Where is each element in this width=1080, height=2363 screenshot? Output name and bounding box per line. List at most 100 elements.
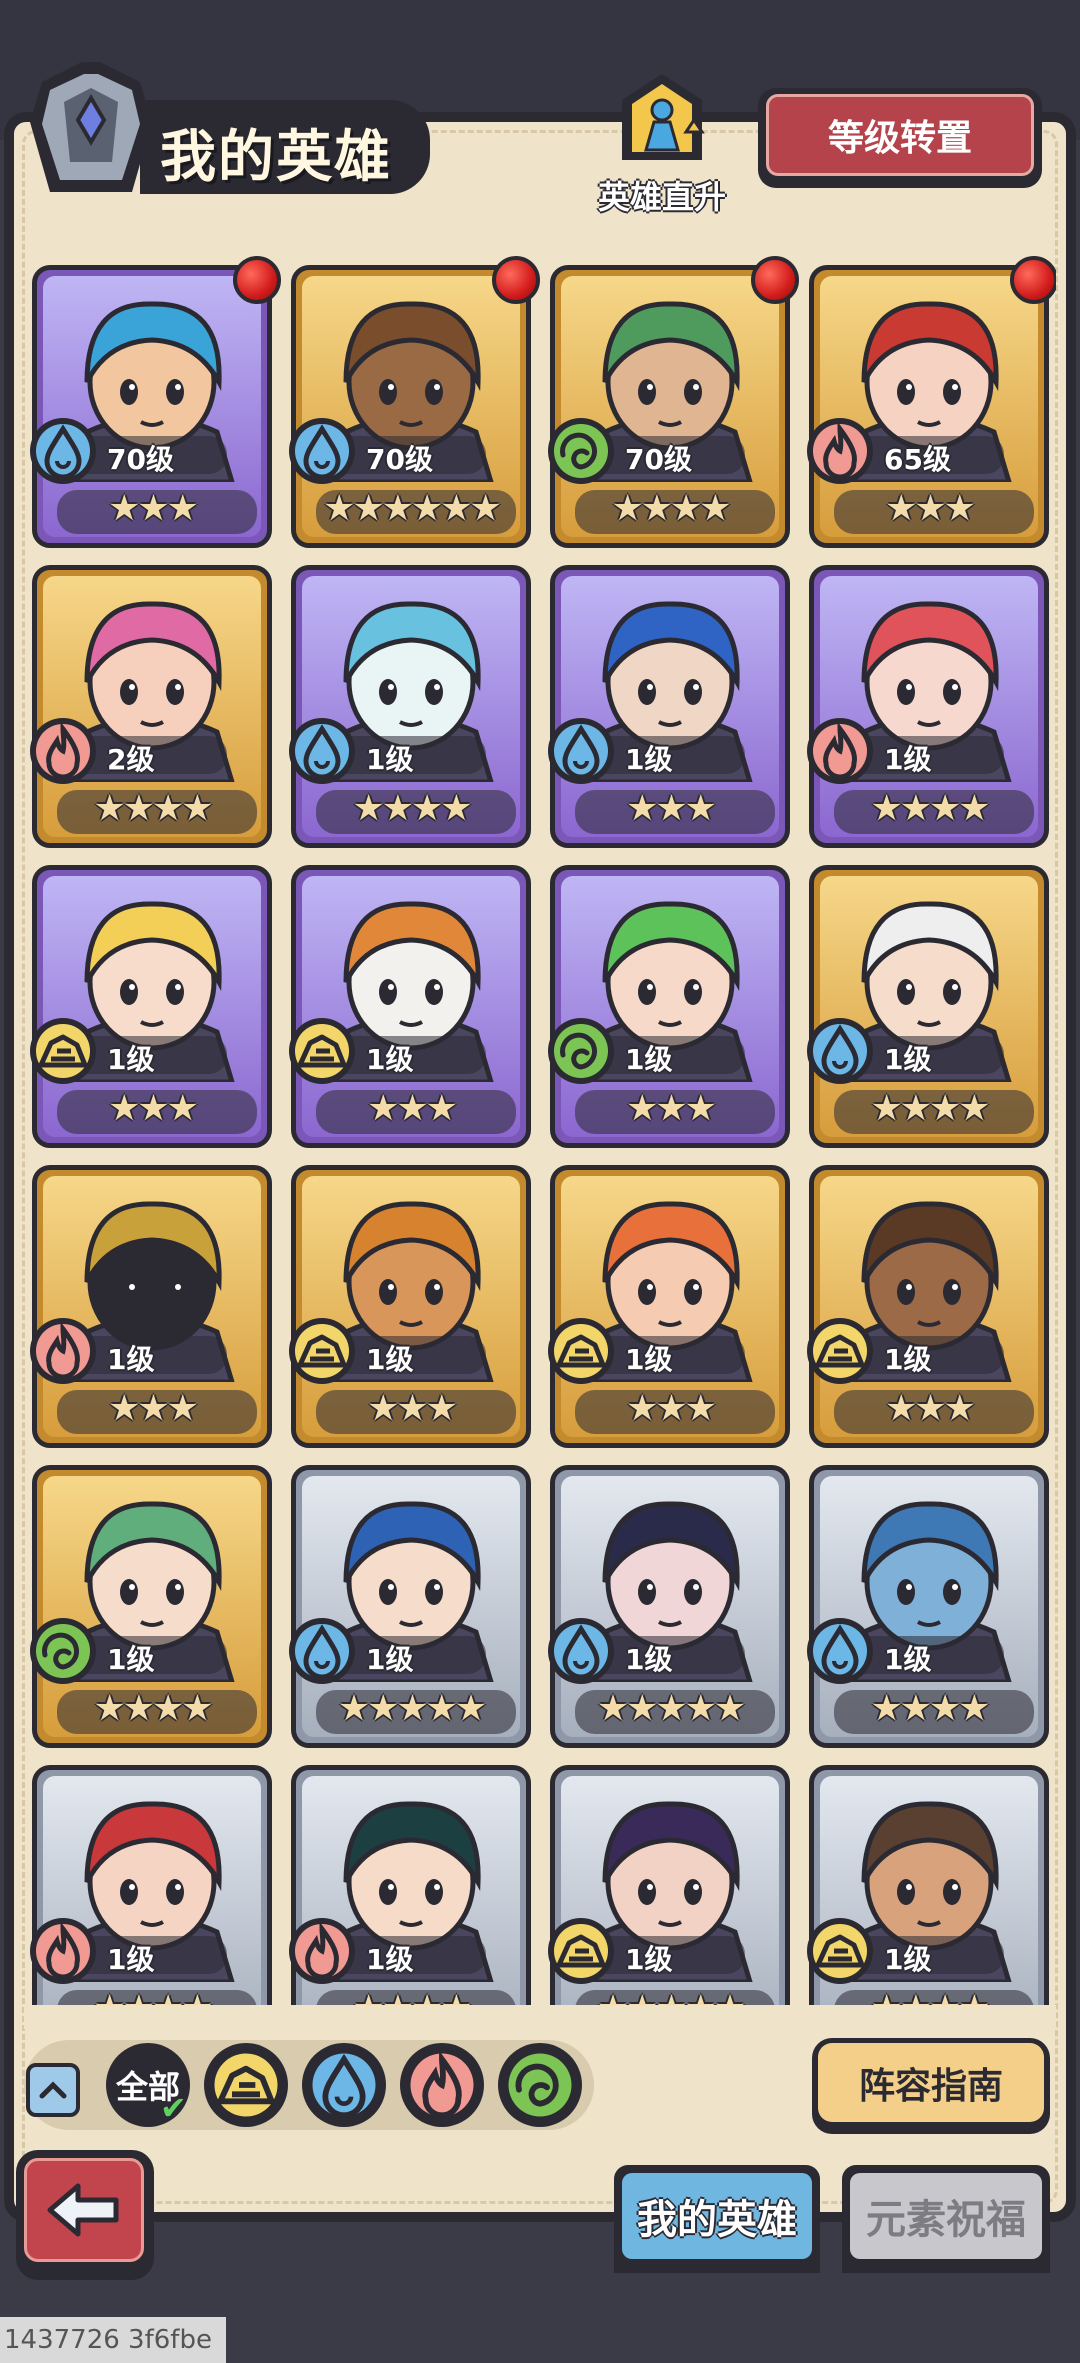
hero-card[interactable]: 2级 ★★★★ [30,565,272,848]
element-water-icon [545,715,617,787]
hero-card[interactable]: 1级 ★★★★ [807,865,1049,1148]
hero-card[interactable]: 1级 ★★★★★ [548,1465,790,1748]
hero-level: 1级 [884,1643,932,1676]
filter-water[interactable] [302,2043,386,2127]
hero-stars: ★★★★ [611,488,731,529]
element-fire-icon [286,1915,358,1987]
element-water-icon [545,1615,617,1687]
hero-card[interactable]: 1级 ★★★★ [30,1465,272,1748]
hero-stars: ★★★ [108,1388,199,1429]
hero-card[interactable]: 1级 ★★★ [289,865,531,1148]
element-wind-icon [545,415,617,487]
hero-level: 1级 [625,743,673,776]
element-earth-icon [804,1915,876,1987]
filter-fire[interactable] [400,2043,484,2127]
hero-card[interactable]: 1级 ★★★ [30,865,272,1148]
hero-level: 70级 [625,443,692,476]
hero-stars: ★★★ [108,1088,199,1129]
tab-my-heroes[interactable]: 我的英雄 [614,2165,820,2273]
hero-level: 2级 [107,743,155,776]
hero-card[interactable]: 1级 ★★★ [548,865,790,1148]
hero-stars: ★★★ [367,1088,458,1129]
hero-card[interactable]: 1级 ★★★ [548,1165,790,1448]
element-earth-icon [545,1915,617,1987]
hero-level: 1级 [366,1043,414,1076]
hero-level: 1级 [625,1643,673,1676]
hero-card[interactable]: 1级 ★★★★ [289,1765,531,2005]
element-wind-icon [498,2043,582,2131]
hero-card[interactable]: 1级 ★★★★ [807,1765,1049,2005]
lineup-guide-label: 阵容指南 [818,2043,1044,2122]
hero-level: 1级 [884,743,932,776]
lineup-guide-button[interactable]: 阵容指南 [812,2038,1050,2134]
hero-card[interactable]: 1级 ★★★★★ [548,1765,790,2005]
element-water-icon [804,1615,876,1687]
filter-earth[interactable] [204,2043,288,2127]
hero-level: 1级 [625,1343,673,1376]
tab-my-heroes-label: 我的英雄 [622,2173,812,2259]
element-wind-icon [545,1015,617,1087]
back-arrow-icon [47,2183,119,2237]
back-button[interactable] [16,2150,154,2280]
hero-stars: ★★★★ [296,1988,526,2005]
page-title: 我的英雄 [160,125,392,190]
level-reset-button[interactable]: 等级转置 [758,88,1042,188]
hero-stars: ★★★★ [870,788,990,829]
notification-dot [492,256,540,304]
element-earth-icon [286,1015,358,1087]
hero-card[interactable]: 70级 ★★★★ [548,256,799,548]
hero-level: 1级 [884,1943,932,1976]
level-reset-label: 等级转置 [766,94,1034,176]
hero-card[interactable]: 70级 ★★★★★★ [289,256,540,548]
element-fire-icon [400,2043,484,2131]
hero-level: 1级 [366,1343,414,1376]
element-water-icon [286,1615,358,1687]
hero-card[interactable]: 1级 ★★★★ [807,565,1049,848]
hero-stars: ★★★ [367,1388,458,1429]
element-fire-icon [27,1915,99,1987]
hero-card[interactable]: 1级 ★★★★ [807,1465,1049,1748]
notification-dot [751,256,799,304]
tab-element-blessing-label: 元素祝福 [850,2173,1042,2259]
hero-level: 1级 [107,1043,155,1076]
hero-card[interactable]: 70级 ★★★ [30,256,281,548]
element-earth-icon [545,1315,617,1387]
chevron-up-icon [39,2081,67,2099]
element-earth-icon [804,1315,876,1387]
footer-id-text: 1437726 3f6fbe [0,2317,226,2363]
hero-stars: ★★★ [885,488,976,529]
tab-element-blessing[interactable]: 元素祝福 [842,2165,1050,2273]
hero-card[interactable]: 1级 ★★★ [289,1165,531,1448]
element-water-icon [302,2043,386,2131]
element-earth-icon [286,1315,358,1387]
hero-card[interactable]: 1级 ★★★★★ [289,1465,531,1748]
hero-stars: ★★★ [626,1388,717,1429]
hero-card[interactable]: 1级 ★★★ [807,1165,1049,1448]
hero-stars: ★★★ [885,1388,976,1429]
hero-stars: ★★★★ [870,1688,990,1729]
hero-level: 1级 [366,1643,414,1676]
hero-stars: ★★★ [626,1088,717,1129]
hero-level: 1级 [366,743,414,776]
hero-upgrade-icon [622,74,705,160]
filter-wind[interactable] [498,2043,582,2127]
element-water-icon [804,1015,876,1087]
hero-card[interactable]: 1级 ★★★ [30,1165,272,1448]
hero-card[interactable]: 1级 ★★★★ [289,565,531,848]
element-water-icon [27,415,99,487]
hero-level: 1级 [884,1043,932,1076]
hero-card[interactable]: 1级 ★★★★ [30,1765,272,2005]
hero-card[interactable]: 65级 ★★★ [807,256,1056,548]
hero-upgrade-button[interactable]: 英雄直升 [582,70,742,220]
hero-grid[interactable]: 70级 ★★★ 70级 ★★★★★★ 70级 ★★★★ 65级 ★★★ 2级 ★… [24,250,1056,2005]
element-fire-icon [27,715,99,787]
collapse-toggle-button[interactable] [26,2063,80,2117]
hero-stars: ★★★ [626,788,717,829]
hero-stars: ★★★★ [814,1988,1044,2005]
element-earth-icon [27,1015,99,1087]
notification-dot [1010,256,1056,304]
element-wind-icon [27,1615,99,1687]
filter-all[interactable]: 全部 ✔ [106,2043,190,2127]
hero-upgrade-label: 英雄直升 [597,178,726,216]
hero-card[interactable]: 1级 ★★★ [548,565,790,848]
